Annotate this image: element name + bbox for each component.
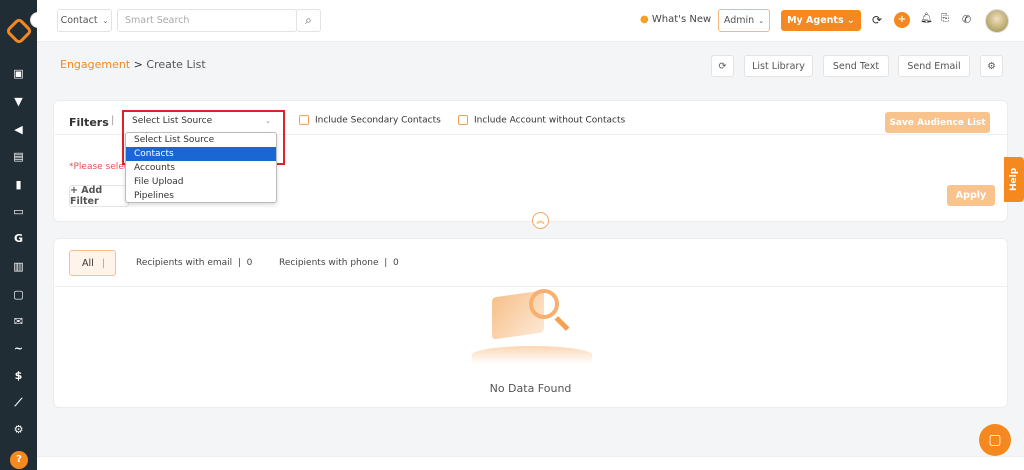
tab-recipients-phone[interactable]: Recipients with phone | 0: [279, 258, 399, 268]
checkbox-icon: [458, 115, 468, 125]
chat-icon: ▢: [988, 432, 1002, 448]
phone-count: 0: [392, 258, 399, 268]
my-agents-label: My Agents: [787, 15, 844, 26]
refresh-icon[interactable]: ⟳: [872, 13, 882, 27]
chevron-down-icon: ⌄: [265, 117, 271, 125]
include-accounts-checkbox[interactable]: Include Account without Contacts: [458, 115, 625, 126]
sidebar: › ▣ ▼ ◀ ▤ ▮ ▭ G ▥ ▢ ✉ ~ $ ⟋ ⚙ ?: [0, 0, 46, 470]
send-email-button[interactable]: Send Email: [898, 55, 970, 77]
dollar-icon[interactable]: $: [0, 369, 37, 382]
chat-button[interactable]: ▢: [979, 424, 1011, 456]
magnifier-icon: [529, 289, 559, 319]
logo[interactable]: [4, 16, 34, 46]
funnel-icon[interactable]: ▼: [0, 95, 37, 108]
folder-icon[interactable]: ▭: [0, 205, 37, 218]
filters-label: Filters: [69, 116, 109, 129]
apply-button[interactable]: Apply: [947, 185, 995, 206]
divider: [54, 286, 1007, 287]
empty-shadow: [472, 346, 592, 364]
search-button[interactable]: ⌕: [296, 9, 321, 32]
settings-button[interactable]: ⚙: [980, 55, 1003, 77]
list-library-button[interactable]: List Library: [744, 55, 813, 77]
role-select[interactable]: Admin ⌄: [718, 9, 770, 32]
module-select[interactable]: Contact ⌄: [57, 9, 112, 32]
whats-new-link[interactable]: ● What's New: [640, 14, 711, 25]
calendar-icon[interactable]: ▢: [0, 288, 37, 301]
refresh-icon: ⟳: [718, 60, 727, 72]
include-secondary-checkbox[interactable]: Include Secondary Contacts: [299, 115, 441, 126]
add-filter-button[interactable]: + Add Filter: [69, 185, 129, 207]
email-label: Recipients with email: [136, 258, 233, 268]
phone-label: Recipients with phone: [279, 258, 379, 268]
phone-icon[interactable]: ✆: [962, 13, 971, 26]
email-count: 0: [246, 258, 253, 268]
chart-icon[interactable]: ⟋: [0, 396, 37, 410]
tab-all-label: All: [82, 257, 94, 269]
gear-icon: ⚙: [987, 60, 996, 72]
help-tab[interactable]: Help: [1004, 157, 1024, 202]
breadcrumb: Engagement > Create List: [60, 58, 206, 71]
settings-icon[interactable]: ⚙: [0, 423, 37, 436]
module-select-value: Contact: [60, 15, 98, 26]
option-select-list-source[interactable]: Select List Source: [126, 133, 276, 147]
help-circle-icon[interactable]: ?: [10, 451, 28, 469]
option-contacts[interactable]: Contacts: [126, 147, 276, 161]
signature-icon[interactable]: ~: [0, 342, 37, 355]
bell-icon[interactable]: 🔔︎: [920, 13, 933, 24]
help-label: Help: [1009, 167, 1019, 192]
warning-text: *Please selec: [69, 162, 129, 172]
collapse-icon[interactable]: ︽: [532, 212, 549, 229]
calculator-icon[interactable]: ▥: [0, 260, 37, 273]
mail-icon[interactable]: ✉: [0, 315, 37, 328]
avatar[interactable]: [985, 9, 1009, 33]
fire-icon: ●: [640, 14, 649, 25]
list-source-dropdown: Select List Source Contacts Accounts Fil…: [125, 132, 277, 203]
reports-icon[interactable]: ▮: [0, 178, 37, 191]
megaphone-icon[interactable]: ◀: [0, 123, 37, 136]
search-input[interactable]: Smart Search: [117, 9, 297, 32]
whats-new-label: What's New: [651, 14, 712, 25]
my-agents-button[interactable]: My Agents ⌄: [781, 10, 861, 31]
magnifier-handle: [554, 316, 570, 331]
breadcrumb-separator: >: [133, 58, 143, 71]
divider: |: [111, 115, 115, 126]
tab-all[interactable]: All |: [69, 250, 116, 276]
chevron-down-icon: ⌄: [758, 16, 765, 25]
breadcrumb-engagement[interactable]: Engagement: [60, 58, 130, 71]
topbar: Contact ⌄ Smart Search ⌕ ● What's New Adm…: [37, 0, 1024, 42]
send-text-button[interactable]: Send Text: [823, 55, 889, 77]
contacts-icon[interactable]: ▣: [0, 67, 37, 80]
breadcrumb-current: Create List: [146, 58, 206, 71]
add-icon[interactable]: +: [894, 12, 910, 28]
refresh-list-button[interactable]: ⟳: [711, 55, 734, 77]
include-secondary-label: Include Secondary Contacts: [315, 115, 441, 126]
option-accounts[interactable]: Accounts: [126, 161, 276, 175]
save-audience-list-button[interactable]: Save Audience List: [885, 112, 990, 133]
chevron-down-icon: ⌄: [102, 16, 109, 25]
footer: [37, 456, 1024, 470]
checkbox-icon: [299, 115, 309, 125]
list-source-select[interactable]: Select List Source ⌄: [125, 113, 277, 130]
option-file-upload[interactable]: File Upload: [126, 175, 276, 189]
document-icon[interactable]: ▤: [0, 150, 37, 163]
empty-state-text: No Data Found: [489, 382, 572, 395]
list-source-value: Select List Source: [132, 116, 213, 126]
logout-icon[interactable]: ⎘: [941, 13, 949, 24]
role-select-value: Admin: [723, 15, 755, 26]
results-card: All | Recipients with email | 0 Recipient…: [53, 238, 1008, 408]
search-icon: ⌕: [305, 13, 312, 27]
tab-recipients-email[interactable]: Recipients with email | 0: [136, 258, 252, 268]
google-icon[interactable]: G: [0, 232, 37, 245]
option-pipelines[interactable]: Pipelines: [126, 189, 276, 203]
include-accounts-label: Include Account without Contacts: [474, 115, 626, 126]
